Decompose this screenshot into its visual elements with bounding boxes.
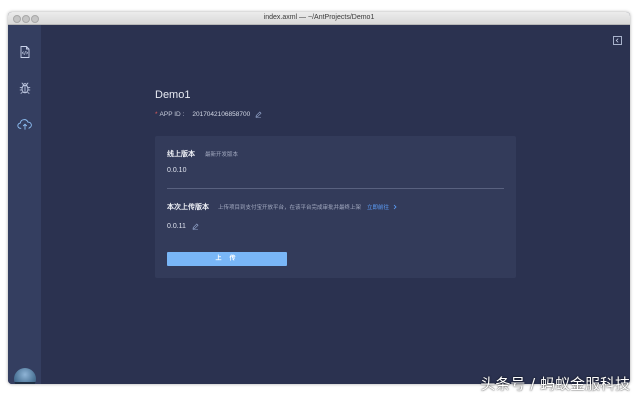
upload-version-hint: 上传项目到支付宝开放平台，在该平台完成审批并最终上架 <box>218 205 362 211</box>
avatar[interactable] <box>14 368 36 384</box>
sidebar-item-debug[interactable] <box>14 77 36 99</box>
upload-button[interactable]: 上 传 <box>167 252 287 266</box>
app-id-label: APP ID : <box>159 111 185 118</box>
upload-version-hint-row: 上传项目到支付宝开放平台，在该平台完成审批并最终上架 立即前往 <box>218 203 398 211</box>
title-bar: index.axml — ~/AntProjects/Demo1 <box>8 12 630 25</box>
collapse-panel-icon <box>612 35 622 45</box>
upload-version-field[interactable]: 0.0.11 <box>167 223 199 230</box>
bug-icon <box>19 82 31 94</box>
online-version-label: 线上版本 <box>167 150 195 158</box>
watermark: 头条号 / 蚂蚁金服科技 <box>480 375 630 393</box>
sidebar <box>8 25 41 384</box>
window-title: index.axml — ~/AntProjects/Demo1 <box>263 14 375 21</box>
sidebar-item-upload[interactable] <box>14 113 36 135</box>
edit-upload-version-button[interactable] <box>192 223 199 230</box>
pencil-icon <box>192 223 199 230</box>
pencil-icon <box>255 111 262 118</box>
cloud-upload-icon <box>17 119 32 130</box>
edit-app-id-button[interactable] <box>255 111 262 118</box>
chevron-right-icon <box>393 204 397 210</box>
app-window: index.axml — ~/AntProjects/Demo1 Demo1 *… <box>8 12 630 384</box>
upload-version-value: 0.0.11 <box>167 223 186 230</box>
collapse-panel-button[interactable] <box>612 35 622 45</box>
online-version-value: 0.0.10 <box>167 167 187 174</box>
online-version-hint: 最新开发版本 <box>205 152 239 158</box>
code-file-icon <box>20 46 30 58</box>
version-card: 线上版本 最新开发版本 0.0.10 本次上传版本 上传项目到支付宝开放平台，在… <box>155 136 516 278</box>
upload-version-label: 本次上传版本 <box>167 203 209 211</box>
go-now-link[interactable]: 立即前往 <box>367 203 398 211</box>
go-now-link-label: 立即前往 <box>367 205 390 211</box>
divider <box>167 188 504 189</box>
app-id-row: * APP ID : 2017042106858700 <box>155 111 262 118</box>
page-title: Demo1 <box>155 89 191 101</box>
required-mark: * <box>155 111 158 118</box>
sidebar-item-editor[interactable] <box>14 41 36 63</box>
app-id-value: 2017042106858700 <box>192 111 251 118</box>
screen: index.axml — ~/AntProjects/Demo1 Demo1 *… <box>0 0 640 400</box>
